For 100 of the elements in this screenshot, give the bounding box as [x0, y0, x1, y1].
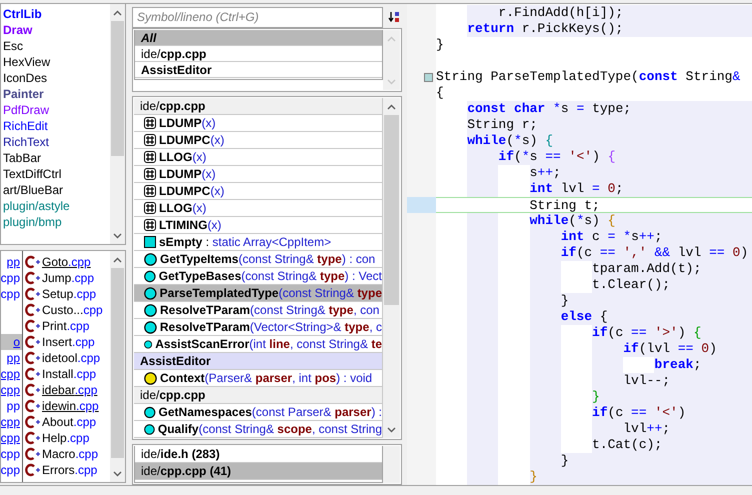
code-text: String r;: [466, 117, 538, 132]
code-text: }: [528, 469, 538, 484]
package-item[interactable]: RichEdit: [1, 118, 48, 134]
code-text: tparam.Add(t);: [591, 261, 702, 276]
file-item[interactable]: o: [1, 334, 22, 350]
code-text: }: [560, 293, 569, 308]
c-plus-icon: [25, 399, 41, 413]
chevron-up-icon[interactable]: [387, 104, 396, 110]
package-item[interactable]: RichText: [1, 134, 50, 150]
package-item[interactable]: TextDiffCtrl: [1, 166, 62, 182]
symbol-row[interactable]: ide/cpp.cpp: [134, 387, 383, 404]
symbol-row[interactable]: LDUMPC(x): [134, 183, 383, 200]
package-item[interactable]: HexView: [1, 54, 50, 70]
hash-icon: [144, 117, 156, 129]
scrollbar-thumb[interactable]: [111, 268, 124, 458]
scrollbar-thumb[interactable]: [384, 115, 399, 305]
chevron-down-icon[interactable]: [113, 232, 122, 238]
package-item[interactable]: CtrlLib: [1, 6, 42, 22]
hash-icon: [144, 185, 156, 197]
code-text: if(c == ',' && lvl == 0): [560, 245, 748, 260]
file-item[interactable]: Install.cpp: [42, 366, 96, 382]
scrollbar[interactable]: [383, 98, 400, 438]
symbol-row[interactable]: ide/cpp.cpp: [134, 98, 383, 115]
symbol-label: LDUMP(x): [159, 166, 216, 183]
symbol-label: LDUMPC(x): [159, 132, 224, 149]
file-item[interactable]: Goto.cpp: [42, 254, 91, 270]
symbol-row[interactable]: LTIMING(x): [134, 217, 383, 234]
code-text: if(*s == '<') {: [497, 149, 616, 164]
code-text: else {: [560, 309, 608, 324]
scrollbar-thumb[interactable]: [111, 21, 124, 156]
code-text: }: [591, 389, 600, 404]
code-text: return r.PickKeys();: [466, 21, 624, 36]
c-plus-icon: [25, 271, 41, 285]
package-item[interactable]: IconDes: [1, 70, 48, 86]
package-item[interactable]: plugin/bmp: [1, 214, 62, 230]
file-item[interactable]: Print.cpp: [42, 318, 90, 334]
package-item[interactable]: Painter: [1, 86, 44, 102]
symbol-row[interactable]: sEmpty : static Array<CppItem>: [134, 234, 383, 251]
symbol-row[interactable]: LDUMPC(x): [134, 132, 383, 149]
file-item[interactable]: Insert.cpp: [42, 334, 95, 350]
symbol-label: ide/cpp.cpp: [140, 387, 206, 404]
file-item[interactable]: Jump.cpp: [42, 270, 94, 286]
code-text: int c = *s++;: [560, 229, 662, 244]
code-text: s++;: [528, 165, 561, 180]
symbol-row[interactable]: AssistEditor: [134, 353, 383, 370]
scrollbar[interactable]: [383, 446, 400, 483]
symbol-row[interactable]: LLOG(x): [134, 200, 383, 217]
code-text: if(c == '>') {: [591, 325, 702, 340]
package-item[interactable]: TabBar: [1, 150, 42, 166]
file-item[interactable]: idebar.cpp: [42, 382, 98, 398]
scope-item[interactable]: All: [135, 30, 382, 46]
file-item[interactable]: idewin.cpp: [42, 398, 99, 414]
c-plus-icon: [25, 415, 41, 429]
scope-item[interactable]: AssistEditor: [135, 62, 382, 78]
code-text: }: [436, 37, 444, 52]
package-item[interactable]: art/BlueBar: [1, 182, 64, 198]
package-item[interactable]: Esc: [1, 38, 24, 54]
chevron-up-icon[interactable]: [113, 10, 122, 16]
chevron-down-icon[interactable]: [387, 426, 396, 432]
symbol-row[interactable]: LDUMP(x): [134, 115, 383, 132]
symbol-row[interactable]: LDUMP(x): [134, 166, 383, 183]
code-text: while(*s) {: [466, 133, 554, 148]
file-item[interactable]: About.cpp: [42, 414, 96, 430]
file-item[interactable]: idetool.cpp: [42, 350, 100, 366]
reference-item[interactable]: ide/ide.h (283): [135, 446, 382, 463]
file-item[interactable]: Custo...cpp: [42, 302, 103, 318]
c-plus-icon: [25, 303, 41, 317]
symbol-label: LDUMPC(x): [159, 183, 224, 200]
c-plus-icon: [25, 367, 41, 381]
c-plus-icon: [25, 383, 41, 397]
file-item[interactable]: Macro.cpp: [42, 446, 98, 462]
scope-item[interactable]: ide/cpp.cpp: [135, 46, 382, 62]
fold-marker-icon[interactable]: [424, 72, 433, 82]
hash-icon: [144, 151, 156, 163]
reference-item[interactable]: ide/cpp.cpp (41): [135, 463, 382, 480]
symbol-row[interactable]: LLOG(x): [134, 149, 383, 166]
symbol-label: ide/cpp.cpp: [140, 98, 206, 115]
scrollbar[interactable]: [110, 251, 125, 482]
scrollbar[interactable]: [110, 4, 125, 244]
hash-icon: [144, 134, 156, 146]
package-item[interactable]: plugin/astyle: [1, 198, 70, 214]
chevron-up-icon[interactable]: [113, 256, 122, 262]
code-text: String t;: [528, 198, 600, 213]
package-item[interactable]: PdfDraw: [1, 102, 50, 118]
file-item[interactable]: Errors.cpp: [42, 462, 98, 478]
c-plus-icon: [25, 351, 41, 365]
c-plus-icon: [25, 335, 41, 349]
code-text: if(c == '<'): [591, 405, 686, 420]
package-item[interactable]: Draw: [1, 22, 32, 38]
c-plus-icon: [25, 463, 41, 477]
hash-icon: [144, 168, 156, 180]
file-item[interactable]: Setup.cpp: [42, 286, 96, 302]
chevron-down-icon[interactable]: [113, 470, 122, 476]
search-field[interactable]: Symbol/lineno (Ctrl+G): [132, 6, 383, 28]
code-text: lvl++;: [622, 421, 670, 436]
file-item[interactable]: Help.cpp: [42, 430, 90, 446]
hash-icon: [144, 202, 156, 214]
symbol-label: sEmpty : static Array<CppItem>: [159, 234, 332, 251]
symbol-label: AssistEditor: [140, 353, 211, 370]
symbol-label: LLOG(x): [159, 200, 206, 217]
